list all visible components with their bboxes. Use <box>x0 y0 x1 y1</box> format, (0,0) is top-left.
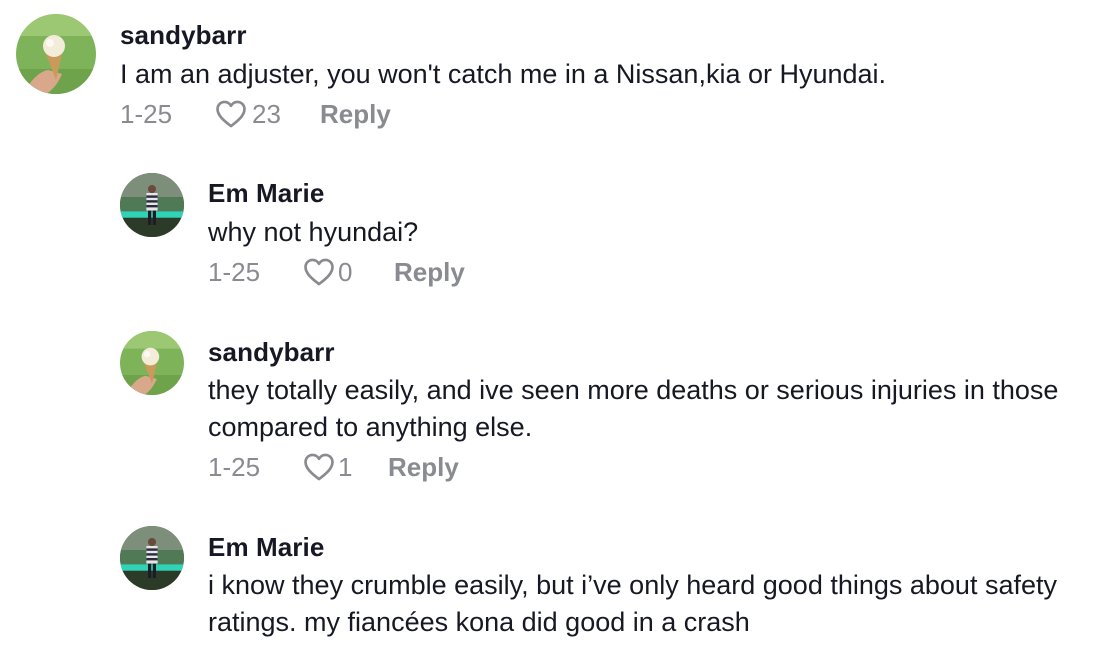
like-count: 0 <box>338 256 353 287</box>
reply-button[interactable]: Reply <box>320 99 391 130</box>
reply-button[interactable]: Reply <box>388 452 459 483</box>
ice-cream-cone-avatar-icon <box>16 14 96 94</box>
like-count: 23 <box>252 98 281 129</box>
heart-icon <box>302 450 336 484</box>
avatar[interactable] <box>16 14 96 94</box>
comment-username[interactable]: sandybarr <box>120 20 247 51</box>
comment-date: 1-25 <box>120 98 173 129</box>
comment-username[interactable]: Em Marie <box>208 532 324 563</box>
comment-username[interactable]: sandybarr <box>208 337 335 368</box>
heart-icon <box>302 255 336 289</box>
comment-meta: 1-25 23 Reply <box>120 97 391 131</box>
comment-date: 1-25 <box>208 451 261 482</box>
reply-button[interactable]: Reply <box>394 257 465 288</box>
comment-text: why not hyundai? <box>208 217 419 247</box>
ice-cream-cone-avatar-icon <box>120 331 184 395</box>
comment-text: I am an adjuster, you won't catch me in … <box>120 59 887 89</box>
comment-date: 1-25 <box>208 256 261 287</box>
like-button[interactable]: 23 <box>214 97 320 131</box>
comment-meta: 1-25 1 Reply <box>208 450 459 484</box>
avatar[interactable] <box>120 331 184 395</box>
avatar[interactable] <box>120 526 184 590</box>
comment-text: i know they crumble easily, but i’ve onl… <box>208 570 1057 637</box>
like-button[interactable]: 1 <box>302 450 388 484</box>
like-count: 1 <box>338 451 353 482</box>
person-in-garden-avatar-icon <box>120 526 184 590</box>
comment-username[interactable]: Em Marie <box>208 178 324 209</box>
comment-meta: 1-25 0 Reply <box>208 255 465 289</box>
avatar[interactable] <box>120 173 184 237</box>
person-in-garden-avatar-icon <box>120 173 184 237</box>
like-button[interactable]: 0 <box>302 255 394 289</box>
heart-icon <box>214 97 248 131</box>
comment-text: they totally easily, and ive seen more d… <box>208 375 1059 442</box>
